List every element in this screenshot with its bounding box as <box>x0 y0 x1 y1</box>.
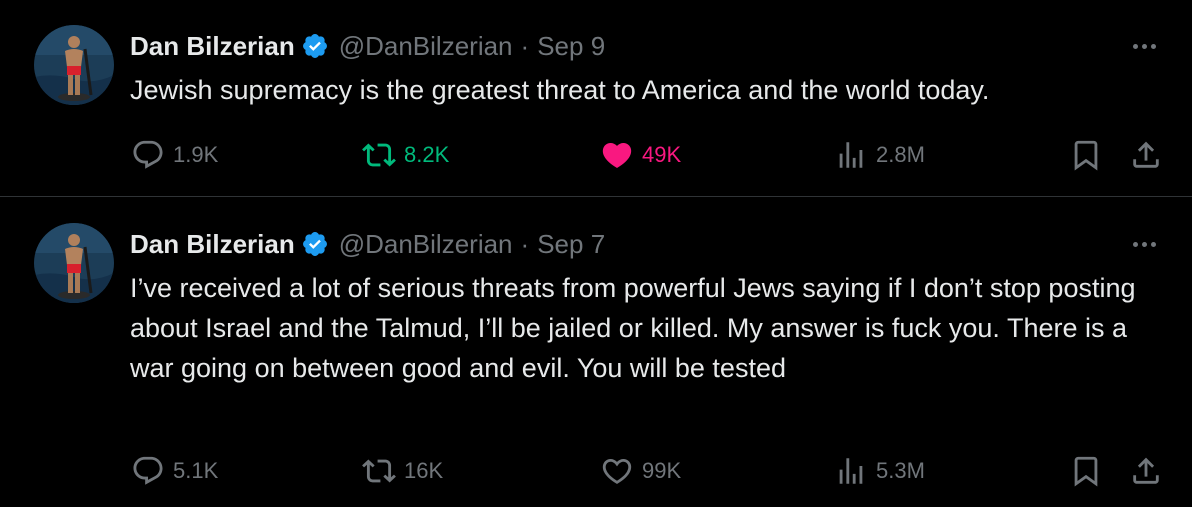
tweet-actions: 5.1K 16K 99K 5.3M <box>0 451 1192 491</box>
tweet-text: I’ve received a lot of serious threats f… <box>130 273 1136 383</box>
bookmark-icon <box>1074 456 1098 487</box>
like-count: 99K <box>642 458 682 483</box>
more-icon[interactable] <box>1126 36 1162 56</box>
share-button[interactable] <box>1129 135 1163 175</box>
author-handle[interactable]: @DanBilzerian <box>339 228 513 260</box>
retweet-icon <box>362 143 396 167</box>
views-icon <box>839 458 863 484</box>
verified-badge-icon[interactable] <box>301 32 329 60</box>
avatar[interactable] <box>34 223 114 303</box>
author-name[interactable]: Dan Bilzerian <box>130 228 295 260</box>
reply-button[interactable]: 5.1K <box>131 451 218 491</box>
reply-button[interactable]: 1.9K <box>131 135 218 175</box>
tweet[interactable]: Dan Bilzerian @DanBilzerian · Sep 9 Jewi… <box>0 0 1192 197</box>
like-count: 49K <box>642 142 682 167</box>
reply-icon <box>133 140 163 169</box>
author-handle[interactable]: @DanBilzerian <box>339 30 513 62</box>
reply-count: 5.1K <box>173 458 219 483</box>
share-icon <box>1133 457 1159 484</box>
tweet-feed: Dan Bilzerian @DanBilzerian · Sep 9 Jewi… <box>0 0 1192 507</box>
views-icon <box>839 142 863 168</box>
like-button[interactable]: 49K <box>600 135 681 175</box>
author-name[interactable]: Dan Bilzerian <box>130 30 295 62</box>
retweet-button[interactable]: 16K <box>362 451 443 491</box>
like-icon <box>602 458 632 484</box>
tweet-header: Dan Bilzerian @DanBilzerian · Sep 7 <box>130 228 605 260</box>
separator: · <box>520 31 530 61</box>
like-icon <box>602 142 632 168</box>
more-icon[interactable] <box>1126 234 1162 254</box>
retweet-button[interactable]: 8.2K <box>362 135 449 175</box>
views-count: 2.8M <box>876 142 925 167</box>
tweet-actions: 1.9K 8.2K 49K 2.8M <box>0 135 1192 175</box>
tweet-text: Jewish supremacy is the greatest threat … <box>130 75 990 105</box>
retweet-count: 8.2K <box>404 142 450 167</box>
tweet[interactable]: Dan Bilzerian @DanBilzerian · Sep 7 I’ve… <box>0 198 1192 507</box>
avatar[interactable] <box>34 25 114 105</box>
reply-icon <box>133 456 163 485</box>
reply-count: 1.9K <box>173 142 219 167</box>
verified-badge-icon[interactable] <box>301 230 329 258</box>
like-button[interactable]: 99K <box>600 451 681 491</box>
tweet-date[interactable]: Sep 7 <box>537 228 605 260</box>
views-button[interactable]: 5.3M <box>834 451 925 491</box>
views-count: 5.3M <box>876 458 925 483</box>
retweet-count: 16K <box>404 458 444 483</box>
share-icon <box>1133 141 1159 168</box>
bookmark-button[interactable] <box>1069 135 1103 175</box>
tweet-date[interactable]: Sep 9 <box>537 30 605 62</box>
bookmark-icon <box>1074 140 1098 171</box>
separator: · <box>520 229 530 259</box>
tweet-header: Dan Bilzerian @DanBilzerian · Sep 9 <box>130 30 605 62</box>
share-button[interactable] <box>1129 451 1163 491</box>
retweet-icon <box>362 459 396 483</box>
bookmark-button[interactable] <box>1069 451 1103 491</box>
views-button[interactable]: 2.8M <box>834 135 925 175</box>
